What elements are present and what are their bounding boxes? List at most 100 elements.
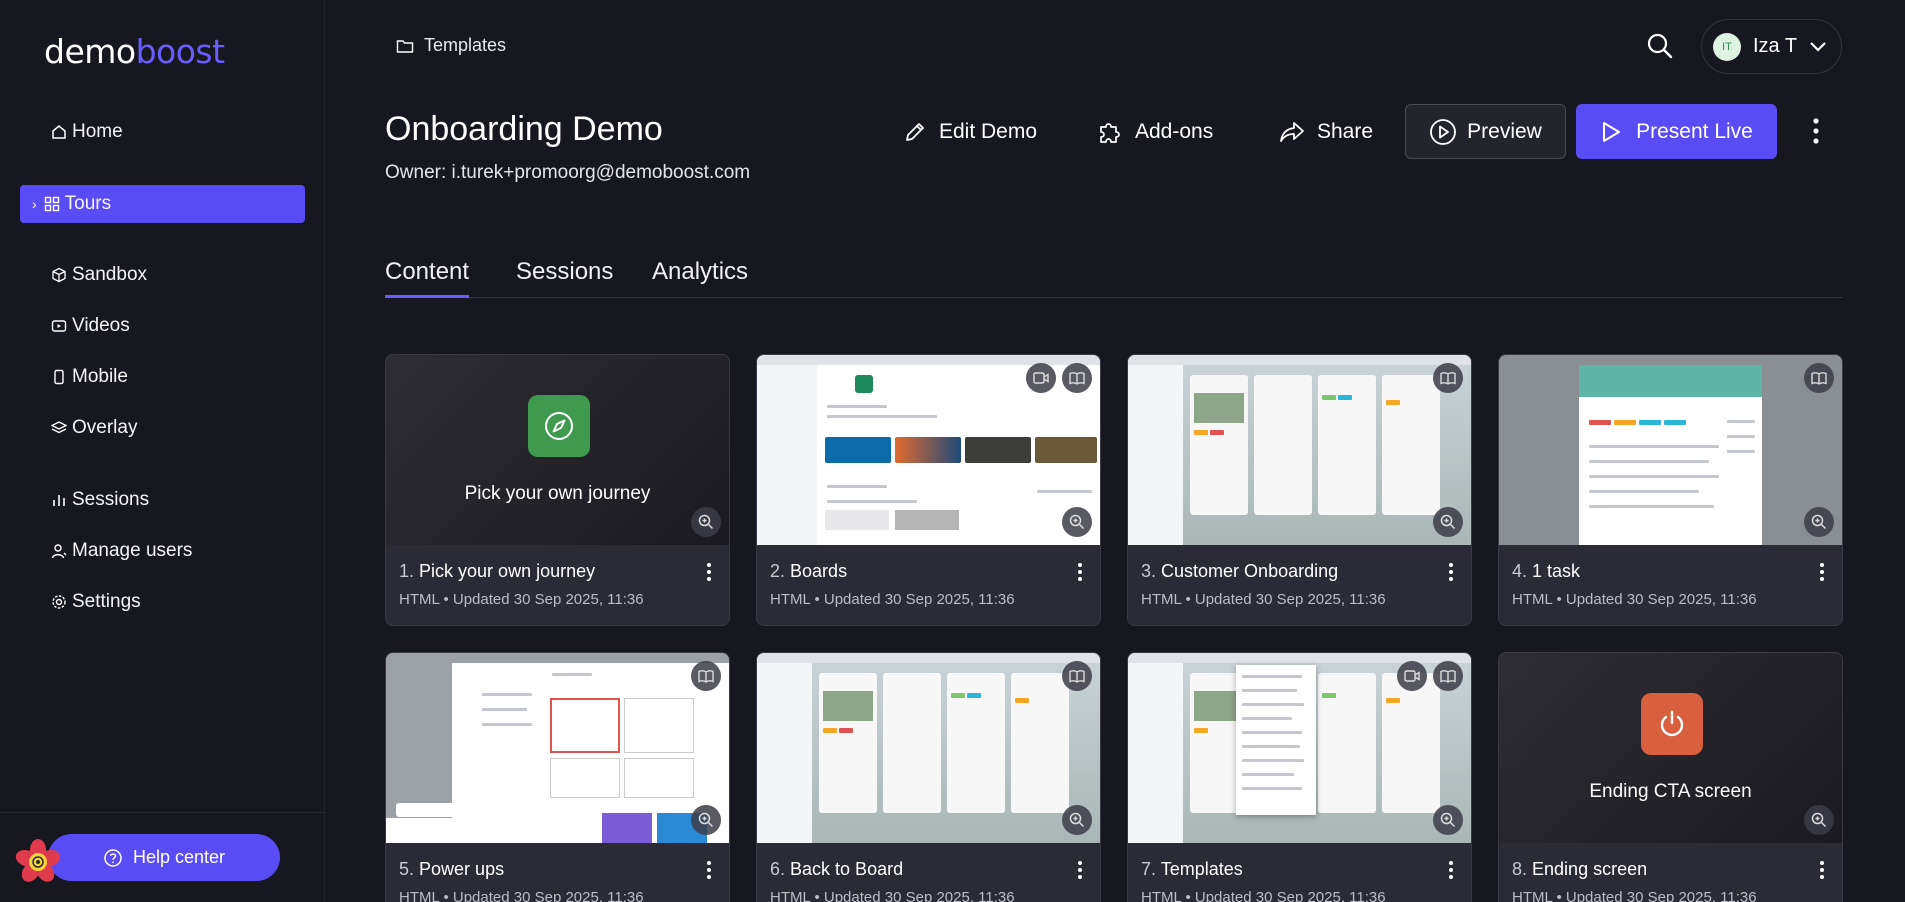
zoom-icon[interactable]: [691, 507, 721, 537]
sidebar-item-overlay[interactable]: Overlay: [20, 409, 305, 447]
zoom-icon[interactable]: [1062, 507, 1092, 537]
video-icon: [50, 317, 68, 335]
phone-icon: [50, 368, 68, 386]
share-button[interactable]: Share: [1279, 112, 1373, 152]
step-thumbnail[interactable]: [1128, 355, 1471, 545]
video-icon[interactable]: [1026, 363, 1056, 393]
card-subtitle: HTML • Updated 30 Sep 2025, 11:36: [1512, 591, 1757, 608]
more-options-icon[interactable]: [1806, 114, 1826, 148]
step-card[interactable]: 6. Back to Board HTML • Updated 30 Sep 2…: [756, 652, 1101, 902]
step-card[interactable]: Pick your own journey 1. Pick your own j…: [385, 354, 730, 626]
card-more-icon[interactable]: [703, 561, 715, 583]
board-tile: [825, 437, 891, 463]
tab-bar: Content Sessions Analytics: [385, 252, 1843, 298]
sidebar-item-settings[interactable]: Settings: [20, 583, 305, 621]
help-center-button[interactable]: Help center: [48, 834, 280, 881]
step-card[interactable]: 4. 1 task HTML • Updated 30 Sep 2025, 11…: [1498, 354, 1843, 626]
card-subtitle: HTML • Updated 30 Sep 2025, 11:36: [1141, 591, 1386, 608]
help-center-label: Help center: [132, 847, 226, 867]
zoom-icon[interactable]: [1433, 805, 1463, 835]
card-more-icon[interactable]: [1074, 859, 1086, 881]
zoom-icon[interactable]: [1804, 805, 1834, 835]
zoom-icon[interactable]: [1804, 507, 1834, 537]
card-meta: 7. Templates HTML • Updated 30 Sep 2025,…: [1128, 843, 1471, 902]
card-meta: 4. 1 task HTML • Updated 30 Sep 2025, 11…: [1499, 545, 1842, 625]
card-title: 7. Templates: [1141, 859, 1243, 879]
card-meta: 1. Pick your own journey HTML • Updated …: [386, 545, 729, 625]
pencil-icon: [903, 120, 927, 144]
card-subtitle: HTML • Updated 30 Sep 2025, 11:36: [770, 591, 1015, 608]
preview-button[interactable]: Preview: [1405, 104, 1566, 159]
sidebar-item-label: Mobile: [72, 366, 128, 387]
add-ons-button[interactable]: Add-ons: [1097, 112, 1213, 152]
breadcrumb[interactable]: Templates: [396, 35, 506, 56]
step-thumbnail[interactable]: Ending CTA screen: [1499, 653, 1842, 843]
card-more-icon[interactable]: [1816, 561, 1828, 583]
zoom-icon[interactable]: [691, 805, 721, 835]
step-card[interactable]: 7. Templates HTML • Updated 30 Sep 2025,…: [1127, 652, 1472, 902]
sidebar-item-sandbox[interactable]: Sandbox: [20, 256, 305, 294]
sidebar-item-mobile[interactable]: Mobile: [20, 358, 305, 396]
chat-widget-icon[interactable]: [14, 838, 62, 886]
workspace-icon: [855, 375, 873, 393]
sidebar-item-videos[interactable]: Videos: [20, 307, 305, 345]
user-menu-button[interactable]: IT Iza T: [1701, 19, 1842, 74]
zoom-icon[interactable]: [1062, 805, 1092, 835]
card-title: 2. Boards: [770, 561, 848, 581]
demoboost-logo[interactable]: demoboost: [44, 32, 225, 71]
step-card[interactable]: 3. Customer Onboarding HTML • Updated 30…: [1127, 354, 1472, 626]
tab-sessions[interactable]: Sessions: [516, 258, 613, 298]
sidebar-item-manage-users[interactable]: Manage users: [20, 532, 305, 570]
chevron-right-icon: ›: [32, 196, 37, 212]
edit-demo-button[interactable]: Edit Demo: [903, 112, 1037, 152]
tab-content[interactable]: Content: [385, 258, 470, 298]
step-thumbnail[interactable]: [1128, 653, 1471, 843]
book-icon[interactable]: [1062, 363, 1092, 393]
card-meta: 6. Back to Board HTML • Updated 30 Sep 2…: [757, 843, 1100, 902]
sidebar-item-home[interactable]: Home: [20, 113, 305, 151]
book-icon[interactable]: [1804, 363, 1834, 393]
sidebar-divider: [0, 812, 325, 813]
card-more-icon[interactable]: [703, 859, 715, 881]
tab-analytics[interactable]: Analytics: [652, 258, 748, 298]
card-more-icon[interactable]: [1445, 561, 1457, 583]
compass-icon: [528, 395, 590, 457]
card-meta: 8. Ending screen HTML • Updated 30 Sep 2…: [1499, 843, 1842, 902]
share-label: Share: [1317, 120, 1374, 143]
gear-icon: [50, 593, 68, 611]
step-thumbnail[interactable]: [757, 355, 1100, 545]
card-meta: 2. Boards HTML • Updated 30 Sep 2025, 11…: [757, 545, 1100, 625]
step-thumbnail[interactable]: Pick your own journey: [386, 355, 729, 545]
edit-demo-label: Edit Demo: [939, 120, 1038, 143]
sidebar: demoboost Home › Tours Sandbox Videos Mo…: [0, 0, 325, 902]
board-tile: [1035, 437, 1097, 463]
card-more-icon[interactable]: [1816, 859, 1828, 881]
book-icon[interactable]: [691, 661, 721, 691]
card-title: 4. 1 task: [1512, 561, 1581, 581]
step-card[interactable]: 2. Boards HTML • Updated 30 Sep 2025, 11…: [756, 354, 1101, 626]
step-thumbnail[interactable]: [757, 653, 1100, 843]
screenshot-modal: [1579, 365, 1762, 545]
sidebar-item-label: Settings: [72, 591, 141, 612]
card-subtitle: HTML • Updated 30 Sep 2025, 11:36: [1512, 889, 1757, 902]
book-icon[interactable]: [1433, 363, 1463, 393]
step-thumbnail[interactable]: [1499, 355, 1842, 545]
sidebar-item-tours[interactable]: › Tours: [20, 185, 305, 223]
card-subtitle: HTML • Updated 30 Sep 2025, 11:36: [399, 889, 644, 902]
zoom-icon[interactable]: [1433, 507, 1463, 537]
step-card[interactable]: 5. Power ups HTML • Updated 30 Sep 2025,…: [385, 652, 730, 902]
card-more-icon[interactable]: [1074, 561, 1086, 583]
card-title: 3. Customer Onboarding: [1141, 561, 1339, 581]
sidebar-item-sessions[interactable]: Sessions: [20, 481, 305, 519]
card-more-icon[interactable]: [1445, 859, 1457, 881]
step-card[interactable]: Ending CTA screen 8. Ending screen HTML …: [1498, 652, 1843, 902]
card-subtitle: HTML • Updated 30 Sep 2025, 11:36: [770, 889, 1015, 902]
video-icon[interactable]: [1397, 661, 1427, 691]
step-thumbnail[interactable]: [386, 653, 729, 843]
layers-icon: [50, 419, 68, 437]
present-live-button[interactable]: Present Live: [1576, 104, 1777, 159]
avatar: IT: [1713, 32, 1741, 61]
search-icon[interactable]: [1646, 32, 1674, 60]
book-icon[interactable]: [1062, 661, 1092, 691]
book-icon[interactable]: [1433, 661, 1463, 691]
